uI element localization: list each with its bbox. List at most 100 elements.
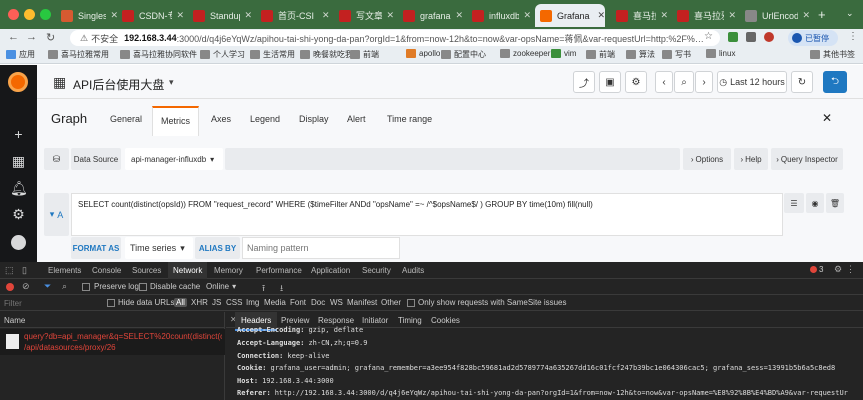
title-caret-icon[interactable]: ▾ bbox=[169, 77, 174, 88]
query-inspector-button[interactable]: › Query Inspector bbox=[771, 148, 843, 170]
query-delete-button[interactable]: 🗑︎ bbox=[826, 193, 844, 213]
time-picker-button[interactable]: ◷ Last 12 hours bbox=[717, 71, 787, 93]
save-button[interactable]: ▣ bbox=[599, 71, 621, 93]
browser-tab[interactable]: 喜马拉雅✕ bbox=[672, 4, 736, 27]
query-collapse-toggle[interactable]: ▾ A bbox=[44, 193, 69, 236]
detail-tab-preview[interactable]: Preview bbox=[281, 316, 309, 325]
bookmark-item[interactable]: 喜马拉雅协同软件 bbox=[120, 49, 197, 60]
browser-tab[interactable]: Grafana ✕ bbox=[535, 4, 605, 27]
browser-tab[interactable]: Standup ✕ bbox=[188, 4, 252, 27]
extension-icon-2[interactable] bbox=[746, 32, 756, 42]
time-forward-button[interactable]: › bbox=[695, 71, 713, 93]
bookmark-item[interactable]: 生活常用 bbox=[250, 49, 295, 60]
type-filter-font[interactable]: Font bbox=[290, 298, 306, 307]
bookmark-item[interactable]: apollo bbox=[406, 49, 440, 58]
browser-menu-icon[interactable]: ⋮ bbox=[848, 31, 858, 42]
maximize-window-button[interactable] bbox=[40, 9, 51, 20]
share-button[interactable]: ⤴ bbox=[573, 71, 595, 93]
bell-icon[interactable]: 🔔︎ bbox=[10, 180, 28, 197]
browser-tab[interactable]: 首页-CSI ✕ bbox=[256, 4, 330, 27]
type-filter-manifest[interactable]: Manifest bbox=[347, 298, 377, 307]
devtools-tab-console[interactable]: Console bbox=[92, 266, 121, 275]
editor-tab-alert[interactable]: Alert bbox=[347, 114, 366, 124]
devtools-settings-icon[interactable]: ⚙ bbox=[834, 264, 842, 275]
dashboards-icon[interactable]: ▦ bbox=[10, 153, 27, 170]
filter-icon[interactable]: ⏷ bbox=[44, 281, 51, 292]
preserve-log-checkbox[interactable] bbox=[82, 283, 90, 291]
bookmark-item[interactable]: 写书 bbox=[662, 49, 691, 60]
tab-close-icon[interactable]: ✕ bbox=[660, 10, 668, 21]
help-button[interactable]: › Help bbox=[734, 148, 768, 170]
device-toolbar-icon[interactable]: ▯ bbox=[22, 265, 27, 276]
browser-tab[interactable]: CSDN-专 ✕ bbox=[117, 4, 184, 27]
bookmark-item[interactable]: 个人学习 bbox=[200, 49, 245, 60]
detail-tab-initiator[interactable]: Initiator bbox=[362, 316, 388, 325]
clear-icon[interactable]: ⊘ bbox=[22, 281, 30, 292]
browser-tab[interactable]: Singlesta✕ bbox=[56, 4, 118, 27]
type-filter-media[interactable]: Media bbox=[264, 298, 286, 307]
query-toggle-visibility-button[interactable]: ◉ bbox=[806, 193, 824, 213]
extension-icon-3[interactable] bbox=[764, 32, 774, 42]
bookmark-item[interactable]: 配置中心 bbox=[441, 49, 486, 60]
datasource-select[interactable]: api-manager-influxdb ▾ bbox=[125, 148, 223, 170]
bookmark-item[interactable]: 前端 bbox=[586, 49, 615, 60]
back-to-dashboard-button[interactable]: ⮌ bbox=[823, 71, 847, 93]
query-editor[interactable]: SELECT count(distinct(opsId)) FROM "requ… bbox=[71, 193, 783, 236]
type-filter-doc[interactable]: Doc bbox=[311, 298, 325, 307]
query-menu-button[interactable]: ☰ bbox=[784, 193, 804, 213]
bookmark-star-icon[interactable]: ☆ bbox=[704, 31, 713, 42]
devtools-tab-network[interactable]: Network bbox=[168, 262, 208, 279]
devtools-more-icon[interactable]: ⋮ bbox=[846, 264, 855, 275]
plus-icon[interactable]: + bbox=[10, 126, 27, 143]
format-as-select[interactable]: Time series ▾ bbox=[125, 237, 193, 259]
bookmark-item[interactable]: 应用 bbox=[6, 49, 35, 60]
devtools-tab-performance[interactable]: Performance bbox=[256, 266, 302, 275]
type-filter-ws[interactable]: WS bbox=[330, 298, 343, 307]
export-har-icon[interactable]: ⭳ bbox=[280, 281, 283, 297]
bookmark-item[interactable]: zookeeper bbox=[500, 49, 550, 58]
disable-cache-checkbox[interactable] bbox=[139, 283, 147, 291]
editor-tab-axes[interactable]: Axes bbox=[211, 114, 231, 124]
new-tab-button[interactable]: + bbox=[818, 7, 826, 22]
browser-tab[interactable]: 写文章-C✕ bbox=[334, 4, 394, 27]
record-icon[interactable] bbox=[6, 283, 14, 291]
back-icon[interactable]: ← bbox=[8, 31, 19, 43]
editor-tab-metrics[interactable]: Metrics bbox=[152, 106, 199, 136]
tab-close-icon[interactable]: ✕ bbox=[176, 10, 184, 21]
type-filter-js[interactable]: JS bbox=[212, 298, 221, 307]
throttling-select[interactable]: Online ▾ bbox=[206, 282, 236, 291]
type-filter-other[interactable]: Other bbox=[381, 298, 401, 307]
browser-tab[interactable]: influxdb ✕ bbox=[467, 4, 531, 27]
browser-tab[interactable]: grafana ✕ bbox=[398, 4, 463, 27]
type-filter-css[interactable]: CSS bbox=[226, 298, 242, 307]
tab-close-icon[interactable]: ✕ bbox=[386, 10, 394, 21]
reload-icon[interactable]: ↻ bbox=[46, 31, 55, 44]
extension-icon[interactable] bbox=[728, 32, 738, 42]
bookmark-item[interactable]: vim bbox=[551, 49, 576, 58]
grafana-logo-icon[interactable] bbox=[8, 72, 28, 92]
filter-input[interactable] bbox=[0, 297, 100, 310]
gear-icon[interactable]: ⚙ bbox=[10, 206, 27, 223]
import-har-icon[interactable]: ⭱ bbox=[262, 281, 265, 297]
type-filter-img[interactable]: Img bbox=[246, 298, 259, 307]
close-editor-icon[interactable]: ✕ bbox=[822, 111, 832, 125]
editor-tab-general[interactable]: General bbox=[110, 114, 142, 124]
editor-tab-legend[interactable]: Legend bbox=[250, 114, 280, 124]
devtools-tab-security[interactable]: Security bbox=[362, 266, 391, 275]
browser-tab[interactable]: 喜马拉雅✕ bbox=[611, 4, 668, 27]
error-icon[interactable] bbox=[810, 266, 817, 273]
devtools-tab-audits[interactable]: Audits bbox=[402, 266, 424, 275]
tab-close-icon[interactable]: ✕ bbox=[523, 10, 531, 21]
type-filter-all[interactable]: All bbox=[174, 298, 187, 307]
forward-icon[interactable]: → bbox=[26, 31, 37, 43]
alias-input[interactable] bbox=[242, 237, 400, 259]
zoom-out-button[interactable]: ⌕ bbox=[674, 71, 694, 93]
detail-tab-cookies[interactable]: Cookies bbox=[431, 316, 460, 325]
bookmark-item[interactable]: 算法 bbox=[626, 49, 655, 60]
dashboard-title[interactable]: API后台使用大盘 bbox=[73, 76, 164, 93]
time-back-button[interactable]: ‹ bbox=[655, 71, 673, 93]
bookmark-item[interactable]: 喜马拉雅常用 bbox=[48, 49, 109, 60]
tab-close-icon[interactable]: ✕ bbox=[802, 10, 810, 21]
devtools-tab-memory[interactable]: Memory bbox=[214, 266, 243, 275]
refresh-button[interactable]: ↻ bbox=[791, 71, 813, 93]
